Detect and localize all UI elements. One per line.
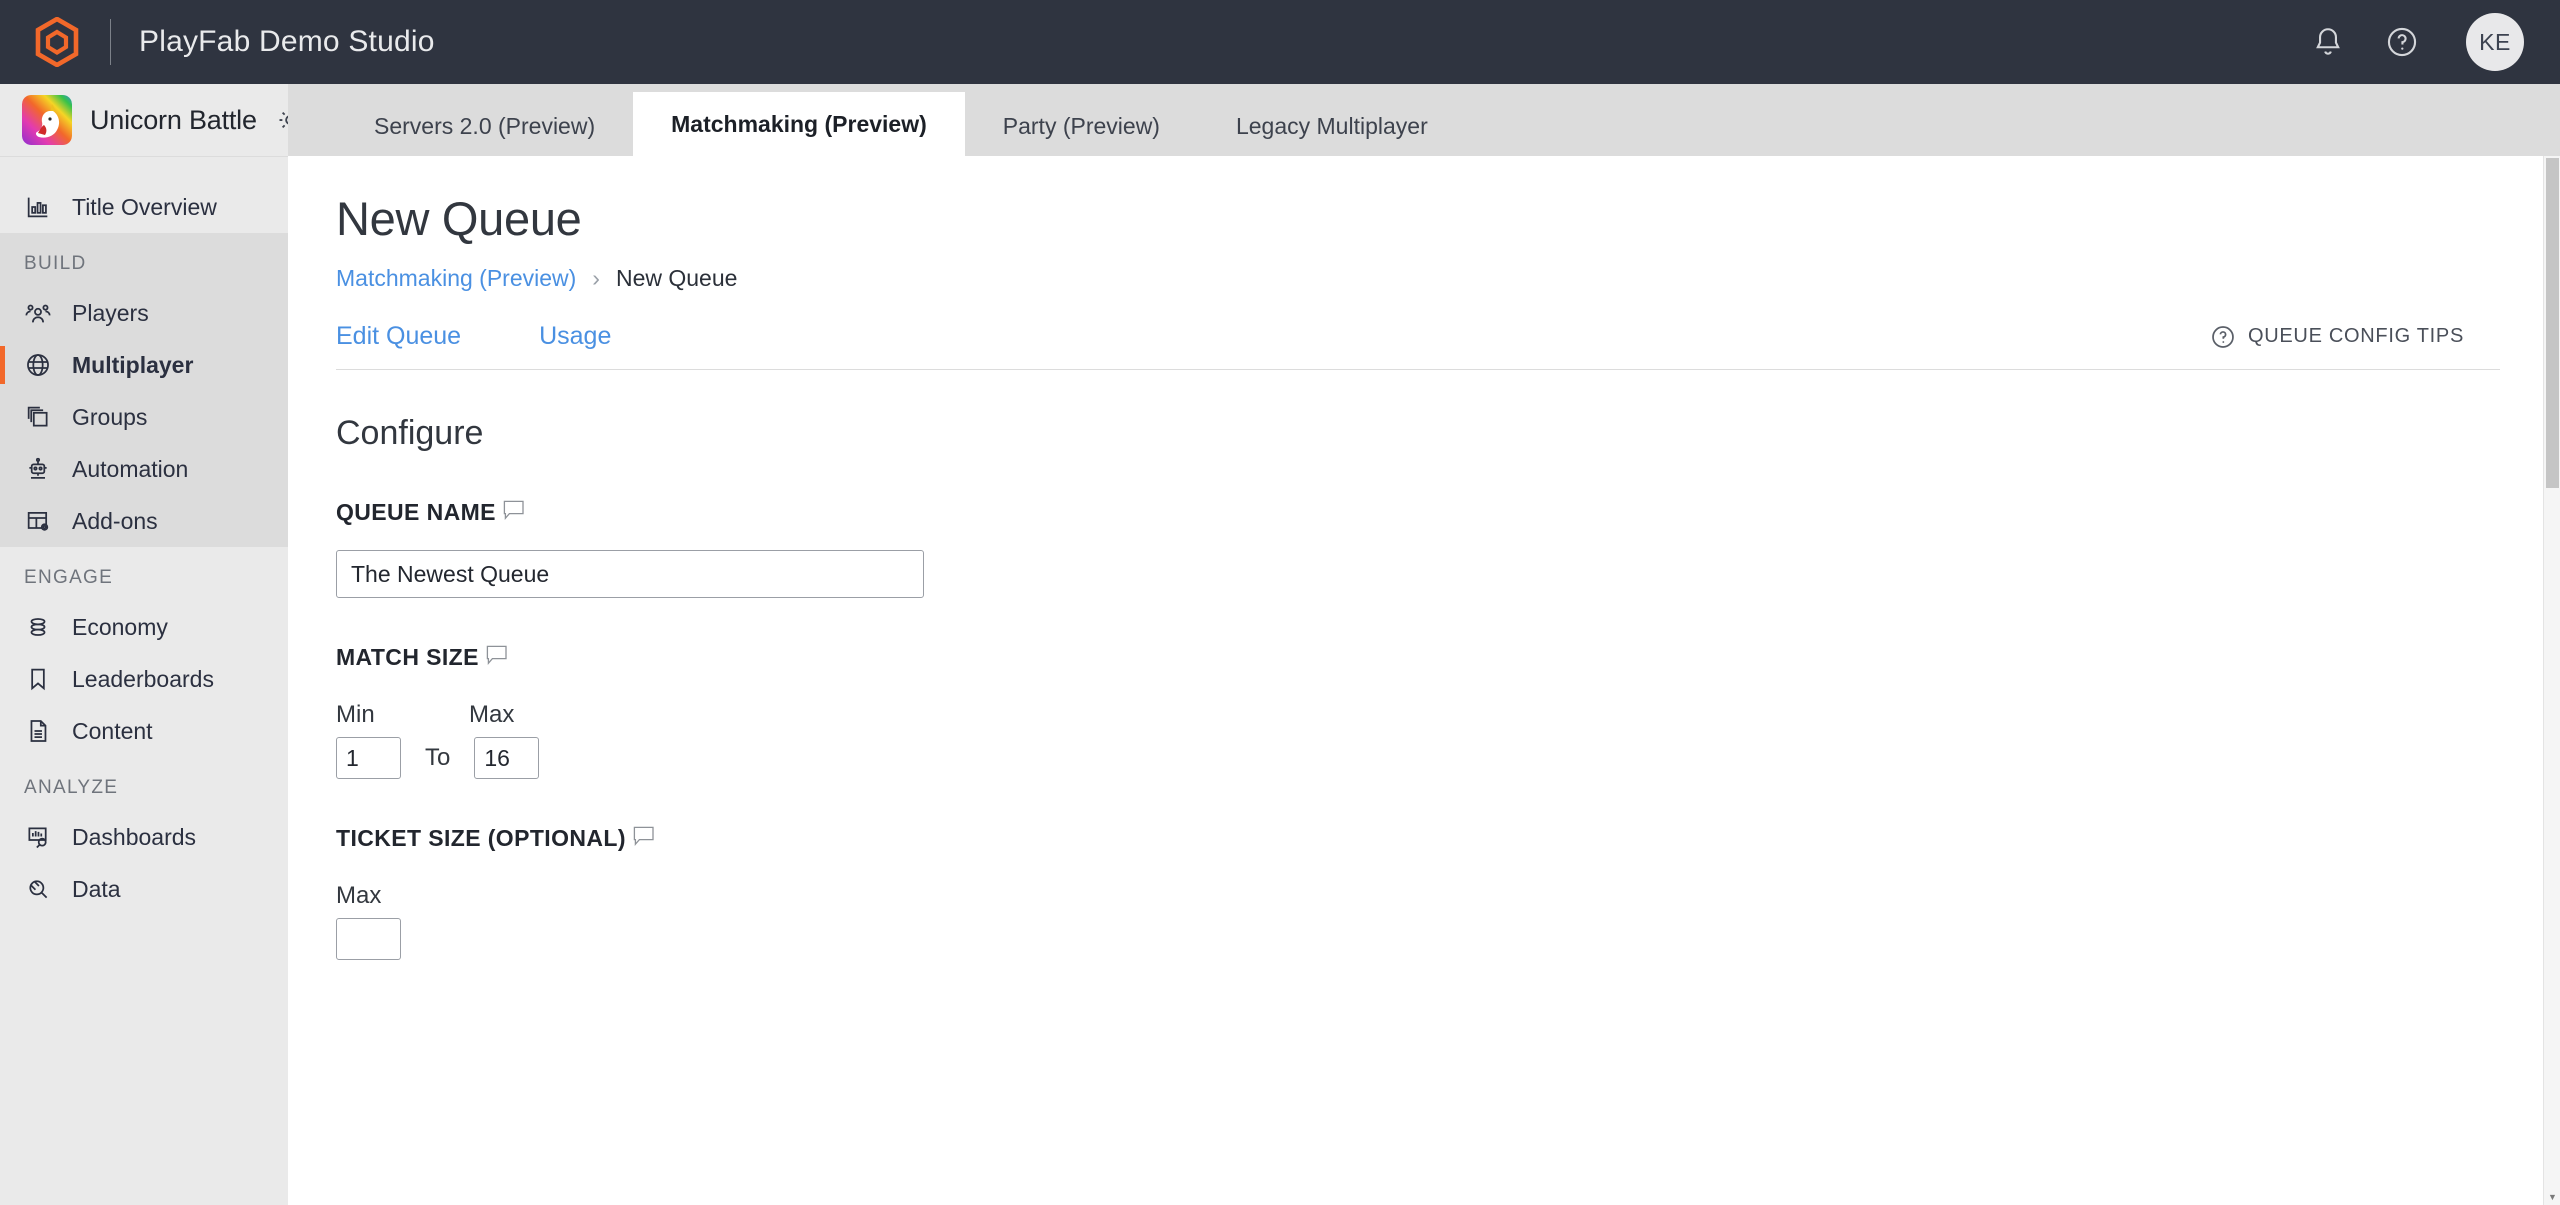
playfab-hexagon-logo[interactable]	[34, 17, 80, 67]
breadcrumb: Matchmaking (Preview) › New Queue	[336, 265, 2500, 292]
sub-tabs: Edit Queue Usage QUEUE CONFIG TIPS	[336, 322, 2500, 371]
sidebar-item-title-overview[interactable]: Title Overview	[0, 181, 288, 233]
tab-legacy-multiplayer[interactable]: Legacy Multiplayer	[1198, 96, 1466, 156]
queue-name-input[interactable]	[336, 550, 924, 599]
sidebar-section-label: ENGAGE	[24, 567, 114, 588]
sidebar-section-label: ANALYZE	[24, 777, 119, 798]
coin-stack-icon	[30, 618, 46, 636]
match-size-max-label: Max	[469, 701, 515, 729]
question-circle-icon	[2212, 326, 2234, 348]
sidebar-item-label: Title Overview	[72, 193, 217, 220]
studio-title: PlayFab Demo Studio	[139, 25, 435, 58]
sidebar-item-label: Multiplayer	[72, 351, 194, 378]
ticket-size-max-label: Max	[336, 882, 382, 910]
bookmark-icon	[31, 668, 45, 691]
ticket-size-max-input[interactable]	[336, 918, 401, 961]
sidebar-item-label: Players	[72, 299, 149, 326]
header-actions: KE	[2310, 13, 2524, 71]
unicorn-game-icon	[22, 95, 72, 145]
sidebar-item-label: Economy	[72, 613, 168, 640]
bar-chart-icon	[27, 197, 48, 218]
sidebar-item-label: Add-ons	[72, 507, 158, 534]
queue-name-label: QUEUE NAME	[336, 499, 496, 526]
sidebar-item-label: Leaderboards	[72, 665, 214, 692]
avatar[interactable]: KE	[2466, 13, 2524, 71]
match-size-min-input[interactable]	[336, 737, 401, 780]
top-header: PlayFab Demo Studio KE	[0, 0, 2560, 84]
robot-icon	[29, 457, 47, 479]
document-icon	[30, 720, 47, 742]
app-body: Unicorn Battle Title Overview BUILD Play…	[0, 84, 2560, 1205]
header-divider	[110, 19, 111, 65]
ticket-size-sublabels: Max	[336, 882, 2500, 910]
speech-bubble-icon[interactable]	[633, 826, 655, 847]
sidebar-section-build: BUILD Players Multiplayer Groups Automat…	[0, 233, 288, 547]
table-gear-icon	[27, 511, 49, 531]
tab-strip: Servers 2.0 (Preview) Matchmaking (Previ…	[288, 84, 2560, 156]
tab-party[interactable]: Party (Preview)	[965, 96, 1198, 156]
sidebar-item-players[interactable]: Players	[0, 287, 288, 339]
plug-icon	[29, 880, 48, 899]
sidebar-item-add-ons[interactable]: Add-ons	[0, 495, 288, 547]
game-title-row[interactable]: Unicorn Battle	[0, 84, 288, 156]
page-title: New Queue	[336, 192, 582, 245]
ticket-size-label: TICKET SIZE (OPTIONAL)	[336, 825, 626, 852]
tab-matchmaking[interactable]: Matchmaking (Preview)	[633, 92, 965, 156]
main-area: Servers 2.0 (Preview) Matchmaking (Previ…	[288, 84, 2560, 1205]
queue-config-tips-label: QUEUE CONFIG TIPS	[2247, 325, 2464, 348]
sidebar-section-analyze: ANALYZE Dashboards Data	[0, 757, 288, 915]
sidebar-item-economy[interactable]: Economy	[0, 601, 288, 653]
match-size-max-input[interactable]	[474, 737, 540, 780]
sidebar-item-content[interactable]: Content	[0, 705, 288, 757]
ticket-size-inputs	[336, 918, 2500, 961]
match-size-to-label: To	[425, 744, 451, 772]
content-inner: New Queue Matchmaking (Preview) › New Qu…	[288, 156, 2560, 961]
speech-bubble-icon[interactable]	[486, 645, 508, 666]
match-size-label: MATCH SIZE	[336, 644, 479, 671]
sidebar-item-label: Dashboards	[72, 823, 197, 850]
match-size-min-label: Min	[336, 701, 375, 729]
speech-bubble-icon[interactable]	[503, 500, 525, 521]
question-circle-icon[interactable]	[2384, 24, 2420, 60]
stacked-squares-icon	[27, 406, 48, 427]
match-size-inputs: To	[336, 737, 2500, 780]
match-size-label-row: MATCH SIZE	[336, 644, 2500, 671]
subtab-edit-queue[interactable]: Edit Queue	[336, 322, 461, 351]
scrollbar-thumb[interactable]	[2546, 158, 2559, 488]
sidebar-item-automation[interactable]: Automation	[0, 443, 288, 495]
tab-servers-2-0[interactable]: Servers 2.0 (Preview)	[336, 96, 633, 156]
sidebar-item-label: Data	[72, 875, 121, 902]
sidebar-section-engage: ENGAGE Economy Leaderboards Content	[0, 547, 288, 757]
sidebar: Unicorn Battle Title Overview BUILD Play…	[0, 84, 288, 1205]
game-title: Unicorn Battle	[90, 104, 257, 135]
configure-heading: Configure	[336, 414, 484, 453]
sidebar-item-dashboards[interactable]: Dashboards	[0, 811, 288, 863]
breadcrumb-separator-icon: ›	[592, 265, 600, 292]
app-root: PlayFab Demo Studio KE Unicorn Battle Ti…	[0, 0, 2560, 1205]
nav-overview-block: Title Overview	[0, 157, 288, 233]
sidebar-item-groups[interactable]: Groups	[0, 391, 288, 443]
people-icon	[25, 304, 51, 323]
content-scrollbar[interactable]: ▲ ▼	[2543, 156, 2560, 1205]
sidebar-item-leaderboards[interactable]: Leaderboards	[0, 653, 288, 705]
sidebar-item-label: Groups	[72, 403, 148, 430]
match-size-sublabels: Min Max	[336, 701, 2500, 729]
chart-search-icon	[28, 827, 47, 849]
bell-icon[interactable]	[2310, 24, 2346, 60]
scroll-down-arrow[interactable]: ▼	[2544, 1188, 2560, 1205]
sidebar-item-data[interactable]: Data	[0, 863, 288, 915]
sidebar-item-multiplayer[interactable]: Multiplayer	[0, 339, 288, 391]
queue-name-label-row: QUEUE NAME	[336, 499, 2500, 526]
content-pane: New Queue Matchmaking (Preview) › New Qu…	[288, 156, 2560, 1205]
sidebar-section-label: BUILD	[24, 253, 87, 274]
sidebar-item-label: Content	[72, 717, 153, 744]
queue-config-tips-link[interactable]: QUEUE CONFIG TIPS	[2210, 324, 2500, 350]
sidebar-item-label: Automation	[72, 455, 189, 482]
breadcrumb-parent-link[interactable]: Matchmaking (Preview)	[336, 265, 576, 292]
globe-icon	[27, 354, 49, 376]
breadcrumb-current: New Queue	[615, 265, 738, 292]
subtab-usage[interactable]: Usage	[539, 322, 611, 351]
gear-icon[interactable]	[275, 105, 288, 135]
ticket-size-label-row: TICKET SIZE (OPTIONAL)	[336, 825, 2500, 852]
